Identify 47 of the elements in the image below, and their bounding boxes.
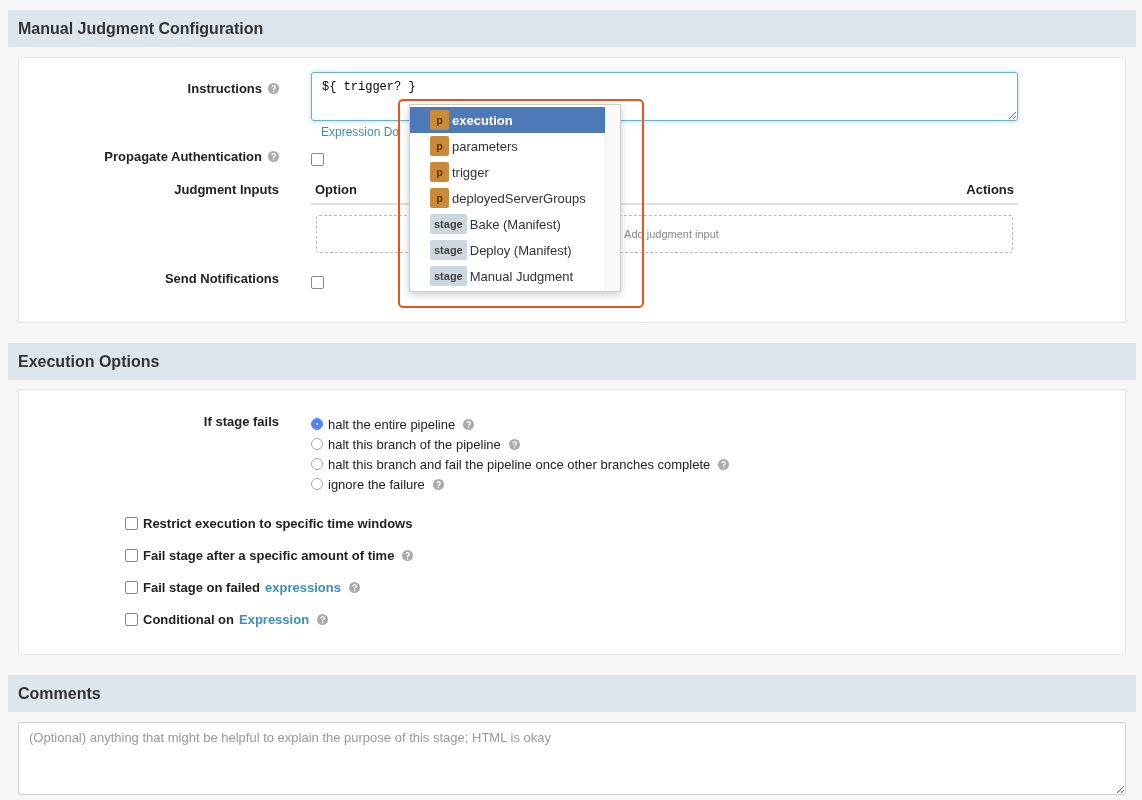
section-title: Execution Options [18, 352, 160, 371]
help-icon[interactable] [463, 418, 475, 430]
scrollbar[interactable] [605, 105, 620, 291]
field-label: Instructions [187, 81, 262, 96]
column-header: Option [315, 182, 357, 198]
checkbox[interactable] [311, 153, 324, 167]
field-label: If stage fails [203, 414, 279, 429]
help-icon[interactable] [718, 458, 730, 470]
expression-link[interactable]: expressions [265, 579, 341, 595]
help-icon[interactable] [508, 438, 520, 450]
help-icon[interactable] [317, 613, 329, 625]
section-title: Manual Judgment Configuration [18, 19, 264, 38]
help-icon[interactable] [402, 549, 414, 561]
checkbox[interactable] [125, 516, 138, 530]
radio-label: halt this branch of the pipeline [328, 436, 501, 452]
radio-button[interactable] [311, 458, 323, 470]
comments-field[interactable]: (Optional) anything that might be helpful to explain the purpose of this stage; HTML is okay [18, 722, 1126, 795]
option-label: Restrict execution to specific time windows [143, 515, 413, 531]
help-icon[interactable] [432, 478, 444, 490]
option-label: Fail stage on failed [143, 579, 261, 595]
checkbox[interactable] [125, 548, 138, 562]
checkbox[interactable] [125, 612, 138, 626]
help-icon[interactable] [268, 151, 279, 162]
radio-label: ignore the failure [328, 476, 425, 492]
radio-button[interactable] [311, 438, 323, 450]
option-label: Fail stage after a specific amount of time [143, 547, 395, 563]
section-title: Comments [18, 684, 101, 703]
field-label: Propagate Authentication [104, 149, 262, 164]
field-label: Judgment Inputs [174, 182, 279, 198]
radio-button[interactable] [311, 478, 323, 490]
autocomplete-item[interactable]: p trigger [410, 159, 605, 185]
radio-label: halt the entire pipeline [328, 416, 456, 432]
option-label: Conditional on [143, 611, 234, 627]
column-header: Actions [966, 182, 1014, 198]
checkbox[interactable] [125, 580, 138, 594]
radio-label: halt this branch and fail the pipeline once other branches complete [328, 456, 711, 472]
autocomplete-item[interactable]: stage Manual Judgment [410, 263, 605, 289]
field-label: Send Notifications [164, 271, 279, 287]
autocomplete-item[interactable]: p deployedServerGroups [410, 185, 605, 211]
autocomplete-item[interactable]: p parameters [410, 133, 605, 159]
expression-link[interactable]: Expression [239, 611, 310, 627]
help-icon[interactable] [348, 581, 360, 593]
checkbox[interactable] [311, 276, 324, 290]
radio-button[interactable] [311, 418, 323, 430]
autocomplete-item[interactable]: p execution [410, 107, 605, 133]
docs-link[interactable]: Expression Do [321, 125, 400, 139]
help-icon[interactable] [268, 83, 279, 94]
